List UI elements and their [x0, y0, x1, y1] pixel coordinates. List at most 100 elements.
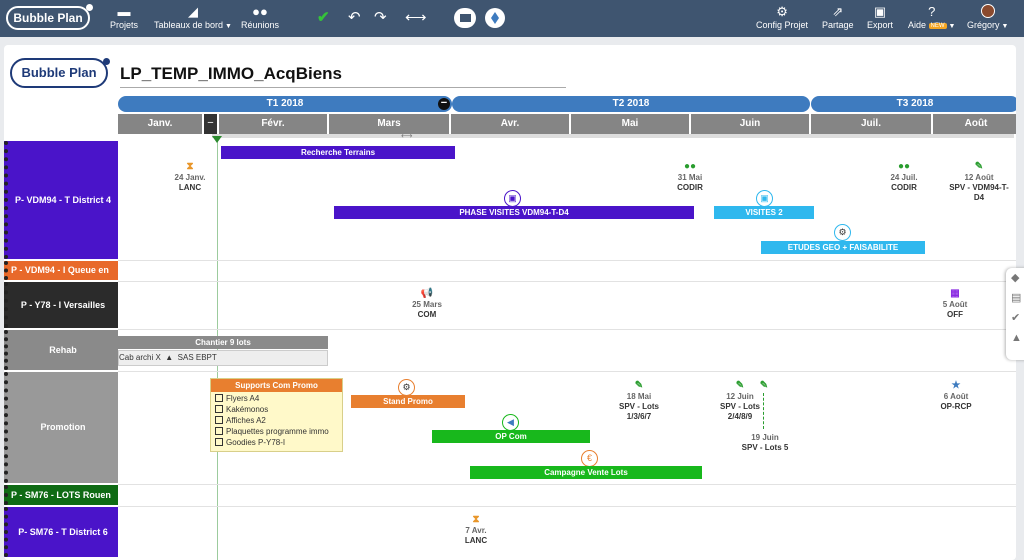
milestone[interactable]: ●● 24 Juil. CODIR [874, 161, 934, 193]
quarter-header[interactable]: T2 2018 [452, 96, 810, 112]
lane-separator [118, 484, 1016, 485]
task-bar[interactable]: ETUDES GEO + FAISABILITE [761, 241, 925, 254]
lane-sm76-t[interactable]: P- SM76 - T District 6 [4, 507, 118, 557]
euro-icon: € [581, 450, 598, 467]
milestone-date: 31 Mai [677, 173, 703, 182]
bubble-view-button[interactable] [485, 8, 505, 28]
lane-y78[interactable]: P - Y78 - I Versailles [4, 282, 118, 328]
nav-projects-label: Projets [110, 20, 139, 30]
edit-icon: ✎ [759, 380, 769, 391]
collapse-month-button[interactable]: − [204, 114, 217, 134]
task-bar[interactable]: OP Com [432, 430, 590, 443]
month-header[interactable]: Juil. [811, 114, 931, 134]
nav-config-project[interactable]: ⚙ Config Projet [756, 4, 808, 30]
calendar-icon [460, 14, 471, 22]
quarter-header[interactable]: T3 2018 [811, 96, 1016, 112]
milestone[interactable]: ●● 31 Mai CODIR [660, 161, 720, 193]
fit-width-icon[interactable]: ⟷ [405, 9, 427, 27]
collapse-quarter-button[interactable]: − [438, 98, 450, 110]
nav-share[interactable]: ⇗ Partage [822, 4, 854, 30]
milestone[interactable]: ⧗ 24 Janv. LANC [162, 161, 218, 193]
gear-icon: ⚙ [398, 379, 415, 396]
milestone-label: SPV - VDM94-T-D4 [949, 183, 1009, 202]
lane-vdm94-q[interactable]: P - VDM94 - I Queue en [4, 261, 118, 280]
checklist-item[interactable]: Affiches A2 [215, 415, 338, 426]
lane-sm76-lots[interactable]: P - SM76 - LOTS Rouen [4, 485, 118, 505]
milestone[interactable]: ⧗ 7 Avr. LANC [450, 514, 502, 546]
task-resources: Cab archi X ▲ SAS EBPT [118, 350, 328, 366]
app-logo[interactable]: Bubble Plan [6, 4, 93, 30]
checklist-item[interactable]: Flyers A4 [215, 393, 338, 404]
month-header[interactable]: Juin [691, 114, 809, 134]
quarter-header[interactable]: T1 2018 [118, 96, 452, 112]
document-icon[interactable]: ▤ [1006, 288, 1024, 308]
lane-separator [118, 506, 1016, 507]
milestone-date: 12 Juin [726, 392, 754, 401]
undo-icon[interactable]: ↶ [348, 9, 361, 27]
milestone-label: SPV - Lots 5 [741, 443, 789, 452]
nav-meetings-label: Réunions [241, 20, 280, 30]
validate-check-icon[interactable]: ✔ [317, 9, 330, 27]
milestone-connector [763, 393, 764, 429]
people-icon: ●● [897, 161, 911, 172]
milestone[interactable]: ★ 6 Août OP-RCP [928, 380, 984, 412]
gear-icon: ⚙ [776, 4, 788, 19]
month-header[interactable]: Mai [571, 114, 689, 134]
lane-vdm94-t[interactable]: P- VDM94 - T District 4 [4, 141, 118, 259]
month-header[interactable]: Avr. [451, 114, 569, 134]
month-header[interactable]: Mars [329, 114, 449, 134]
comment-icon[interactable]: ◆ [1006, 268, 1024, 288]
task-bar[interactable]: Stand Promo [351, 395, 465, 408]
bell-icon[interactable]: ▲ [1006, 328, 1024, 348]
milestone[interactable]: 19 Juin SPV - Lots 5 [734, 433, 796, 453]
checklist-card[interactable]: Supports Com Promo Flyers A4 Kakémonos A… [210, 378, 343, 452]
task-bar[interactable]: PHASE VISITES VDM94-T-D4 [334, 206, 694, 219]
nav-dashboards[interactable]: ◢ Tableaux de bord ▼ [154, 4, 232, 30]
project-title[interactable]: LP_TEMP_IMMO_AcqBiens [120, 64, 566, 88]
redo-icon[interactable]: ↷ [374, 9, 387, 27]
check-icon[interactable]: ✔ [1006, 308, 1024, 328]
milestone[interactable]: 📢 25 Mars COM [402, 288, 452, 320]
milestone[interactable]: ✎ 12 Août SPV - VDM94-T-D4 [949, 161, 1009, 203]
nav-projects[interactable]: ▬ Projets [110, 4, 138, 30]
avatar [967, 4, 1008, 20]
nav-export[interactable]: ▣ Export [867, 4, 893, 30]
milestone[interactable]: ✎ 18 Mai SPV - Lots 1/3/6/7 [607, 380, 671, 422]
scroll-hint-icon: ⟷ [401, 131, 413, 140]
milestone[interactable]: ▦ 5 Août OFF [930, 288, 980, 320]
checklist-item[interactable]: Kakémonos [215, 404, 338, 415]
checklist-item[interactable]: Plaquettes programme immo [215, 426, 338, 437]
megaphone-icon: 📢 [420, 288, 434, 299]
lane-rehab[interactable]: Rehab [4, 330, 118, 370]
checklist-item[interactable]: Goodies P-Y78-I [215, 437, 338, 448]
month-header[interactable]: Août [933, 114, 1016, 134]
month-header[interactable]: Janv. [118, 114, 202, 134]
nav-meetings[interactable]: ●● Réunions [241, 4, 279, 30]
task-bar[interactable]: VISITES 2 [714, 206, 814, 219]
project-logo: Bubble Plan [10, 58, 110, 88]
image-icon: ▣ [504, 190, 521, 207]
milestone-label: LANC [464, 536, 488, 545]
lane-promotion[interactable]: Promotion [4, 372, 118, 483]
hourglass-icon: ⧗ [472, 514, 480, 525]
task-bar[interactable]: Chantier 9 lots [118, 336, 328, 349]
calendar-view-button[interactable] [454, 8, 476, 28]
planning-card: Bubble Plan LP_TEMP_IMMO_AcqBiens T1 201… [4, 45, 1016, 560]
milestone-label: OFF [947, 310, 963, 319]
nav-help[interactable]: ? Aide NEW ▼ [908, 4, 955, 30]
checklist-title: Supports Com Promo [211, 379, 342, 392]
task-bar[interactable]: Campagne Vente Lots [470, 466, 702, 479]
timeline-scrollbar[interactable] [212, 134, 1014, 138]
chart-icon: ◢ [187, 4, 198, 19]
milestone-label: CODIR [677, 183, 703, 192]
milestone-date: 7 Avr. [465, 526, 487, 535]
today-marker-icon [212, 136, 222, 143]
nav-share-label: Partage [822, 20, 854, 30]
nav-user[interactable]: Grégory ▼ [967, 4, 1008, 30]
chevron-down-icon: ▼ [946, 23, 956, 30]
month-header[interactable]: Févr. [219, 114, 327, 134]
share-icon: ⇗ [832, 4, 844, 19]
task-bar[interactable]: Recherche Terrains [221, 146, 455, 159]
milestone-label: SPV - Lots 2/4/8/9 [719, 402, 760, 421]
people-icon: ●● [683, 161, 697, 172]
